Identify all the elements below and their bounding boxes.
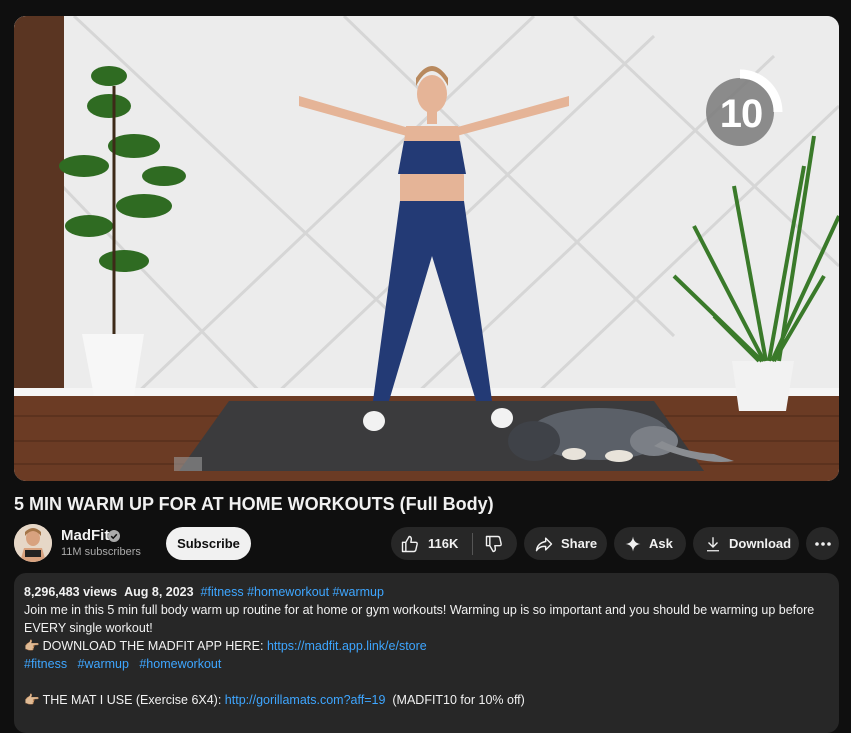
- description-line-1: Join me in this 5 min full body warm up …: [24, 603, 815, 617]
- share-button[interactable]: Share: [524, 527, 607, 560]
- ask-label: Ask: [649, 536, 673, 551]
- description-meta: 8,296,483 views Aug 8, 2023 #fitness #ho…: [24, 585, 384, 599]
- avatar-image: [14, 524, 52, 562]
- more-horizontal-icon: [814, 541, 831, 546]
- description-tags-line: #fitness #warmup #homeworkout: [24, 657, 221, 671]
- hashtag-homeworkout[interactable]: #homeworkout: [139, 657, 221, 671]
- thumbs-up-icon: [401, 535, 418, 552]
- description-mat-line: 👉🏼 THE MAT I USE (Exercise 6X4): http://g…: [24, 693, 525, 708]
- upload-date: Aug 8, 2023: [124, 585, 194, 599]
- download-icon: [707, 536, 719, 551]
- pointing-hand-icon: 👉🏼: [24, 639, 40, 653]
- more-actions-button[interactable]: [806, 527, 839, 560]
- ask-button[interactable]: Ask: [614, 527, 686, 560]
- hashtag-warmup[interactable]: #warmup: [78, 657, 129, 671]
- video-title: 5 MIN WARM UP FOR AT HOME WORKOUTS (Full…: [14, 494, 494, 514]
- dislike-button[interactable]: [473, 527, 504, 560]
- thumbs-down-icon: [486, 535, 503, 552]
- video-player[interactable]: 10: [14, 16, 839, 481]
- mat-link[interactable]: http://gorillamats.com?aff=19: [225, 693, 386, 707]
- view-count: 8,296,483 views: [24, 585, 118, 599]
- description-line-2: EVERY single workout!: [24, 621, 153, 635]
- channel-name[interactable]: MadFit: [61, 527, 109, 544]
- hashtag-fitness[interactable]: #fitness: [24, 657, 67, 671]
- mat-prefix: THE MAT I USE (Exercise 6X4):: [42, 693, 225, 707]
- pointing-hand-icon: 👉🏼: [24, 693, 40, 707]
- download-label: Download: [729, 536, 792, 551]
- top-hashtags[interactable]: #fitness #homeworkout #warmup: [201, 585, 384, 599]
- sparkle-icon: [625, 536, 641, 551]
- like-button[interactable]: 116K: [391, 527, 458, 560]
- description-box[interactable]: 8,296,483 views Aug 8, 2023 #fitness #ho…: [14, 573, 839, 733]
- mat-discount: (MADFIT10 for 10% off): [392, 693, 525, 707]
- like-count: 116K: [428, 536, 459, 551]
- download-button[interactable]: Download: [693, 527, 799, 560]
- share-icon: [535, 536, 553, 551]
- share-label: Share: [561, 536, 598, 551]
- download-app-link[interactable]: https://madfit.app.link/e/store: [267, 639, 427, 653]
- countdown-value: 10: [719, 92, 764, 136]
- download-prefix: DOWNLOAD THE MADFIT APP HERE:: [42, 639, 267, 653]
- verified-icon: [108, 530, 120, 542]
- description-download-line: 👉🏼 DOWNLOAD THE MADFIT APP HERE: https://…: [24, 639, 427, 654]
- subscriber-count: 11M subscribers: [61, 546, 141, 558]
- channel-avatar[interactable]: [14, 524, 52, 562]
- like-dislike-group: 116K: [391, 527, 517, 560]
- subscribe-button[interactable]: Subscribe: [166, 527, 251, 560]
